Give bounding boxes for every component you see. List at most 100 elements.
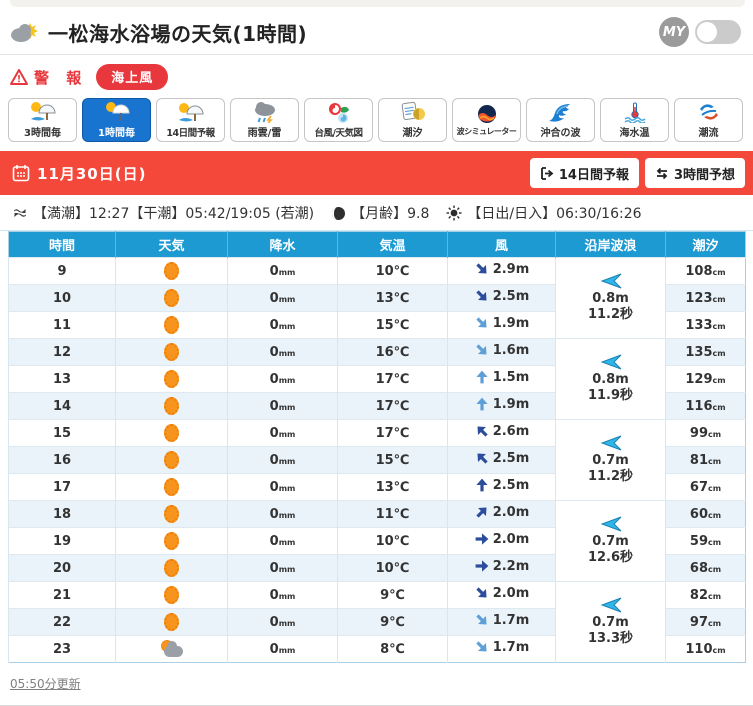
raincloud-lightning-icon	[250, 101, 280, 123]
sunny-icon	[164, 478, 179, 496]
button-3hour-forecast[interactable]: 3時間予想	[644, 158, 745, 188]
temp-cell: 10℃	[337, 257, 448, 285]
wind-cell: 2.0m	[447, 581, 556, 609]
precip-cell: 0mm	[227, 392, 338, 420]
hour-cell: 18	[8, 500, 116, 528]
wind-cell: 1.6m	[447, 338, 556, 366]
sea-thermometer-icon	[620, 101, 650, 123]
tab-row: 3時間毎 1時間毎 14日間予報 雨雲/雷 台風/天気図 潮汐 波シミュレーター…	[0, 98, 753, 142]
tab-3hourly[interactable]: 3時間毎	[8, 98, 77, 142]
tide-cell: 68cm	[665, 554, 746, 582]
wind-cell: 2.0m	[447, 500, 556, 528]
weather-cell	[115, 419, 228, 447]
warning-triangle-icon	[10, 69, 28, 85]
tide-cell: 67cm	[665, 473, 746, 501]
tab-label: 潮流	[698, 128, 719, 139]
weather-cell	[115, 446, 228, 474]
precip-cell: 0mm	[227, 527, 338, 555]
col-header-tide: 潮汐	[665, 231, 746, 258]
temp-cell: 15℃	[337, 446, 448, 474]
table-row: 12 0mm 16℃ 1.6m 0.8m 11.9秒 135cm	[8, 338, 746, 420]
wave-cell: 0.7m 12.6秒	[555, 500, 666, 582]
wind-direction-arrow-icon	[470, 312, 493, 335]
my-toggle[interactable]	[695, 20, 741, 44]
date-label: 11月30日(日)	[12, 163, 146, 184]
sun-umbrella-icon	[102, 101, 132, 123]
temp-cell: 13℃	[337, 284, 448, 312]
sunny-icon	[164, 613, 179, 631]
precip-cell: 0mm	[227, 257, 338, 285]
tide-cell: 135cm	[665, 338, 746, 366]
weather-cell	[115, 608, 228, 636]
sunny-icon	[164, 532, 179, 550]
tab-tide[interactable]: 潮汐	[378, 98, 447, 142]
col-header-weather: 天気	[115, 231, 228, 258]
hour-cell: 19	[8, 527, 116, 555]
wind-direction-arrow-icon	[474, 558, 490, 574]
tide-wave-icon	[14, 209, 26, 217]
table-header-row: 時間 天気 降水 気温 風 沿岸波浪 潮汐	[8, 231, 746, 258]
tab-14day-forecast[interactable]: 14日間予報	[156, 98, 225, 142]
col-header-coastal-waves: 沿岸波浪	[555, 231, 666, 258]
wind-cell: 1.5m	[447, 365, 556, 393]
hour-cell: 17	[8, 473, 116, 501]
warning-badge-sea-wind[interactable]: 海上風	[96, 64, 169, 90]
wind-cell: 2.0m	[447, 527, 556, 555]
wave-cell: 0.7m 13.3秒	[555, 581, 666, 663]
sunny-icon	[164, 262, 179, 280]
wind-cell: 1.7m	[447, 635, 556, 663]
weather-cell	[115, 311, 228, 339]
hour-cell: 11	[8, 311, 116, 339]
toggle-knob	[697, 22, 717, 42]
sunny-icon	[164, 343, 179, 361]
wind-cell: 2.5m	[447, 473, 556, 501]
forecast-table-body: 9 0mm 10℃ 2.9m 0.8m 11.2秒 108cm 10 0mm 13℃ 2.5m 123…	[8, 257, 746, 663]
offshore-wave-icon	[546, 101, 576, 123]
weather-cell	[115, 338, 228, 366]
tab-offshore-waves[interactable]: 沖合の波	[526, 98, 595, 142]
tab-label: 3時間毎	[24, 128, 61, 139]
wind-cell: 1.9m	[447, 392, 556, 420]
hour-cell: 23	[8, 635, 116, 663]
tide-cell: 110cm	[665, 635, 746, 663]
temp-cell: 8℃	[337, 635, 448, 663]
weather-cell	[115, 365, 228, 393]
tide-cell: 59cm	[665, 527, 746, 555]
tab-label: 雨雲/雷	[247, 128, 282, 139]
hour-cell: 15	[8, 419, 116, 447]
tab-tidal-current[interactable]: 潮流	[674, 98, 743, 142]
forecast-table: 時間 天気 降水 気温 風 沿岸波浪 潮汐 9 0mm 10℃ 2.9m 0.8m 11.…	[8, 231, 746, 663]
button-14day-forecast[interactable]: 14日間予報	[529, 158, 639, 188]
tide-calendar-moon-icon	[398, 101, 428, 123]
table-row: 15 0mm 17℃ 2.6m 0.7m 11.2秒 99cm	[8, 419, 746, 501]
tab-typhoon-weather-map[interactable]: 台風/天気図	[304, 98, 373, 142]
hour-cell: 12	[8, 338, 116, 366]
updated-time-link[interactable]: 05:50分更新	[10, 677, 81, 691]
precip-cell: 0mm	[227, 635, 338, 663]
moon-icon	[332, 206, 346, 220]
sun-behind-cloud-icon	[158, 640, 186, 658]
tab-wave-simulator[interactable]: 波シミュレーター	[452, 98, 521, 142]
wind-direction-arrow-icon	[470, 582, 493, 605]
page-title: 一松海水浴場の天気(1時間)	[48, 21, 308, 46]
tide-cell: 97cm	[665, 608, 746, 636]
tab-sea-temperature[interactable]: 海水温	[600, 98, 669, 142]
wind-cell: 2.5m	[447, 284, 556, 312]
tab-raincloud-lightning[interactable]: 雨雲/雷	[230, 98, 299, 142]
page-header: 一松海水浴場の天気(1時間) MY	[0, 7, 753, 54]
tide-cell: 116cm	[665, 392, 746, 420]
tide-cell: 108cm	[665, 257, 746, 285]
sun-umbrella-rain-icon	[176, 102, 206, 124]
tab-label: 波シミュレーター	[456, 127, 517, 136]
temp-cell: 10℃	[337, 527, 448, 555]
tab-1hourly[interactable]: 1時間毎	[82, 98, 151, 142]
col-header-precip: 降水	[227, 231, 338, 258]
hour-cell: 20	[8, 554, 116, 582]
date-bar: 11月30日(日) 14日間予報 3時間予想	[0, 151, 753, 195]
weather-cell	[115, 284, 228, 312]
my-badge[interactable]: MY	[659, 17, 689, 47]
precip-cell: 0mm	[227, 311, 338, 339]
current-swirl-icon	[694, 101, 724, 123]
precip-cell: 0mm	[227, 419, 338, 447]
temp-cell: 10℃	[337, 554, 448, 582]
